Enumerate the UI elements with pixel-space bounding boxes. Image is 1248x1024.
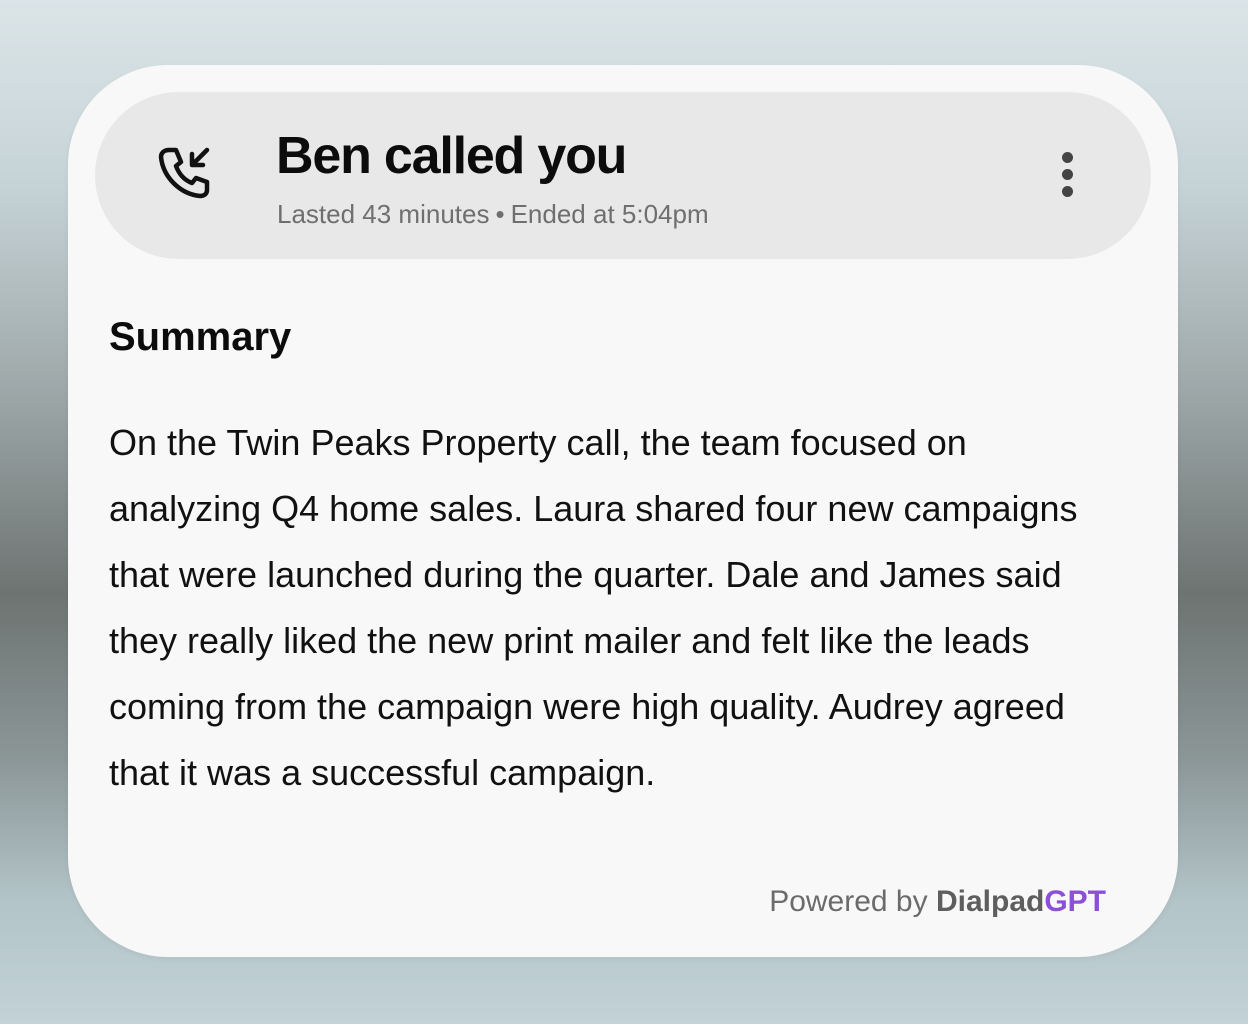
brand-gpt: GPT bbox=[1044, 885, 1106, 918]
meta-separator: • bbox=[495, 199, 505, 229]
call-end-time: Ended at 5:04pm bbox=[510, 199, 709, 229]
summary-text: On the Twin Peaks Property call, the tea… bbox=[109, 422, 1078, 793]
more-options-button[interactable] bbox=[1047, 144, 1087, 204]
more-vertical-icon bbox=[1061, 151, 1073, 163]
powered-by-label: Powered by bbox=[769, 885, 928, 918]
call-meta: Lasted 43 minutes • Ended at 5:04pm bbox=[277, 198, 709, 230]
call-summary-card: Ben called you Lasted 43 minutes • Ended a… bbox=[68, 65, 1178, 957]
brand-name: Dialpad bbox=[935, 885, 1045, 918]
call-duration: Lasted 43 minutes bbox=[277, 199, 490, 229]
more-vertical-icon-dot bbox=[1061, 185, 1073, 197]
powered-by-footer: Powered by DialpadGPT bbox=[769, 883, 1106, 921]
call-header: Ben called you Lasted 43 minutes • Ended a… bbox=[95, 92, 1151, 259]
summary-heading: Summary bbox=[109, 315, 292, 359]
more-vertical-icon-dot bbox=[1061, 168, 1073, 180]
incoming-call-icon bbox=[158, 147, 210, 199]
call-title: Ben called you bbox=[276, 127, 627, 185]
